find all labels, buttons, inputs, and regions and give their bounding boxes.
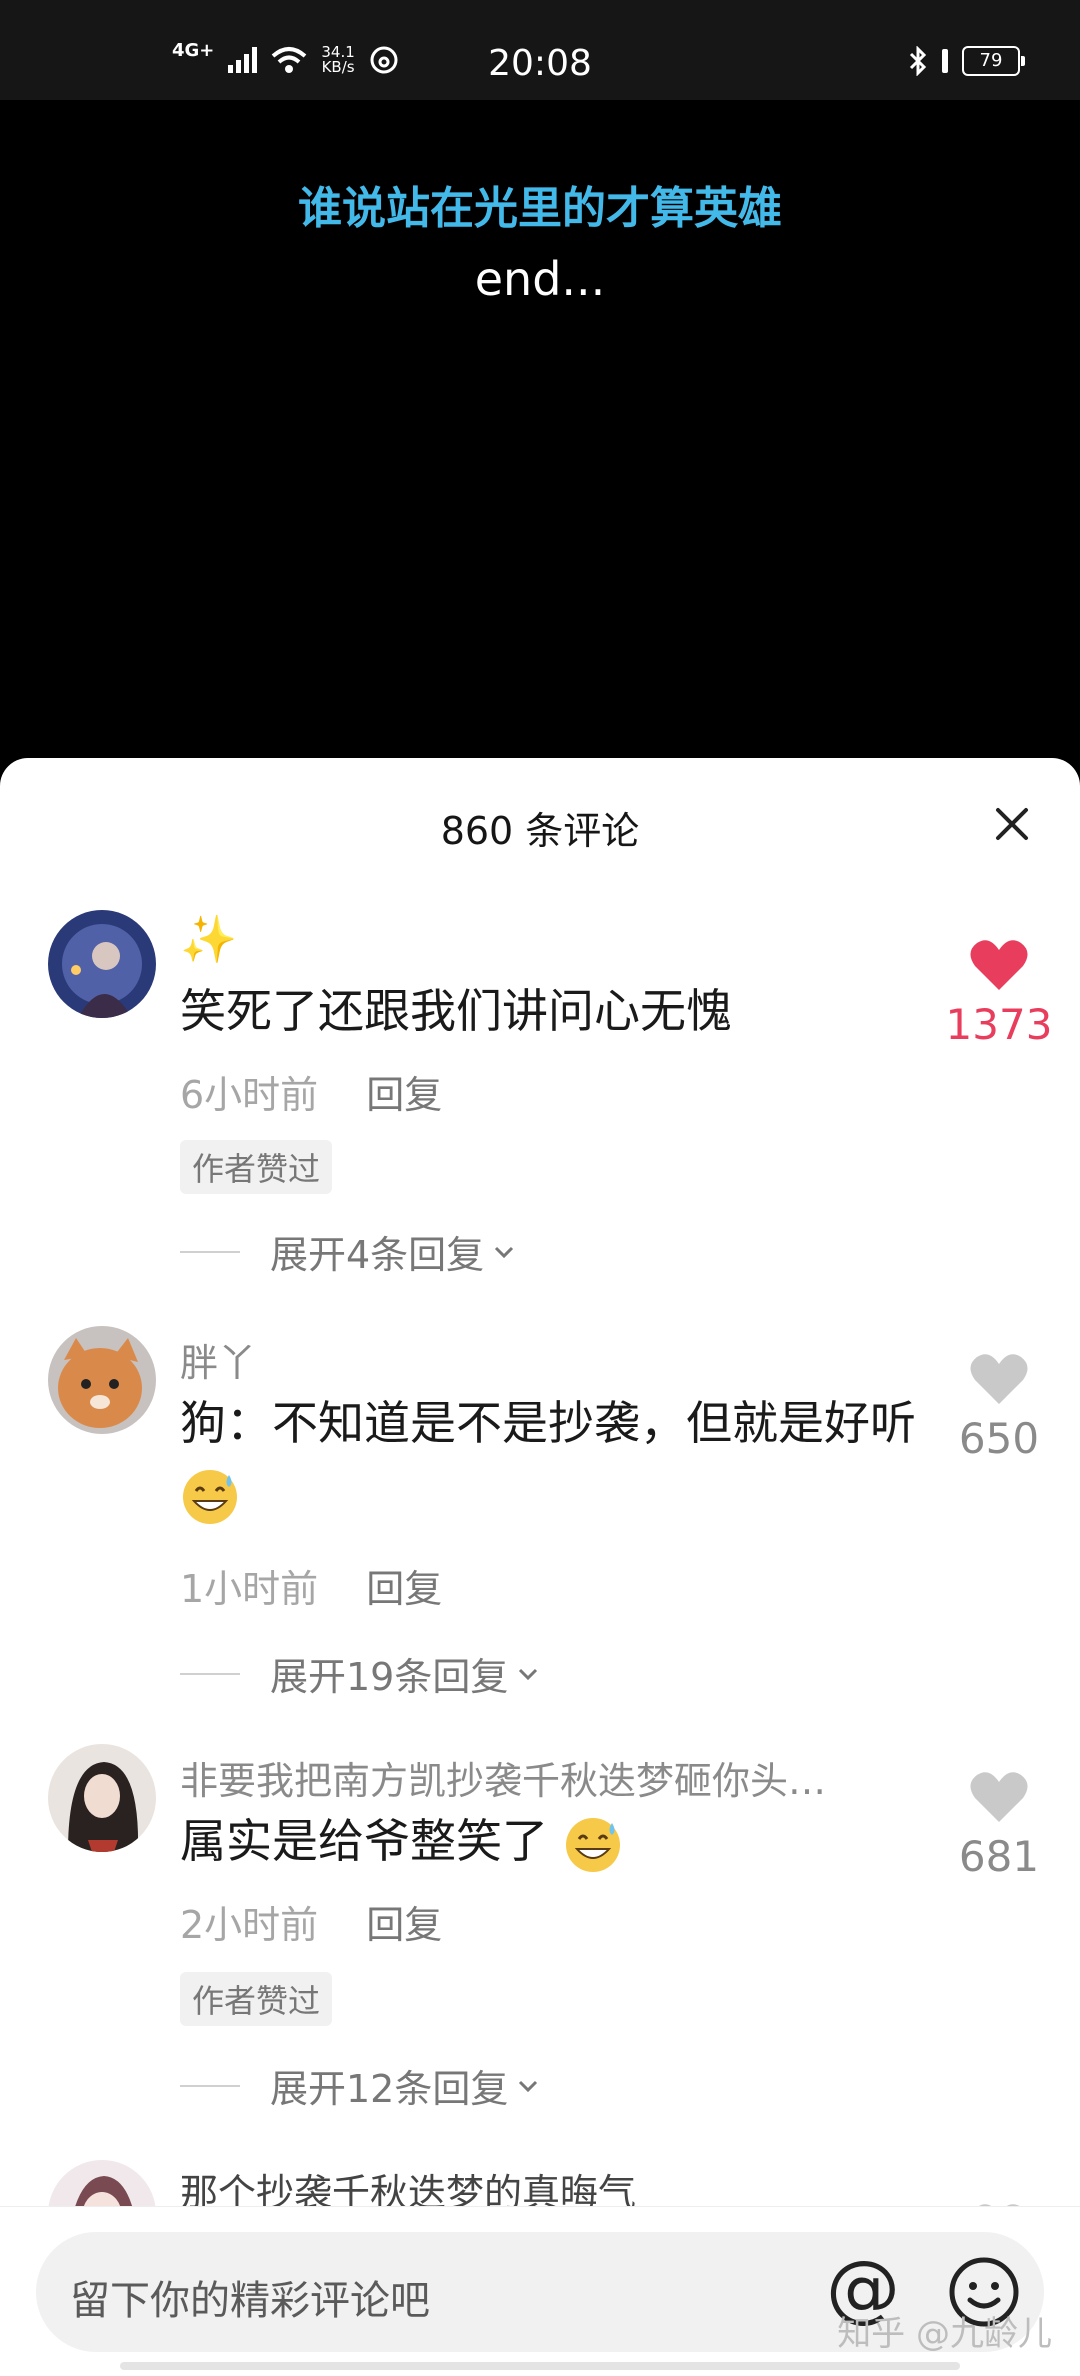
grin-sweat-emoji-icon	[183, 1469, 237, 1524]
comment-meta: 2小时前 回复	[180, 1894, 442, 1949]
avatar[interactable]	[48, 1326, 156, 1434]
chevron-down-icon	[519, 1668, 538, 1680]
expand-replies-label: 展开19条回复	[270, 1655, 509, 1699]
comment-time: 1小时前	[180, 1567, 319, 1611]
watermark: 知乎 @九龄儿	[837, 2314, 1052, 2354]
comment-username[interactable]: 胖丫	[180, 1332, 256, 1387]
expand-replies-button[interactable]: 展开19条回复	[180, 1646, 540, 1701]
reply-button[interactable]: 回复	[366, 1567, 442, 1611]
vibrate-icon	[942, 49, 948, 73]
comment-username[interactable]: 非要我把南方凯抄袭千秋迭梦砸你头…	[180, 1750, 826, 1805]
grin-sweat-emoji-icon	[565, 1817, 620, 1872]
comments-sheet: 860 条评论 ✨ 笑死了还跟我们讲问心无愧 6小时前 回复 作者赞过 展开4条回…	[0, 758, 1080, 2376]
expand-replies-label: 展开12条回复	[270, 2067, 509, 2111]
author-liked-badge: 作者赞过	[180, 1972, 333, 2026]
comment-text: 狗：不知道是不是抄袭，但就是好听	[180, 1388, 960, 1528]
comment-text: 笑死了还跟我们讲问心无愧	[180, 984, 732, 1038]
lyric-line-2: end...	[474, 252, 606, 306]
author-liked-badge: 作者赞过	[180, 1140, 333, 1194]
comments-count-title: 860 条评论	[440, 809, 640, 853]
comment-meta: 1小时前 回复	[180, 1558, 442, 1613]
home-indicator[interactable]	[120, 2362, 960, 2370]
like-button[interactable]: 650	[944, 1352, 1054, 1463]
expand-replies-label: 展开4条回复	[270, 1233, 485, 1277]
comment-input-placeholder: 留下你的精彩评论吧	[70, 2278, 430, 2324]
comment-time: 6小时前	[180, 1073, 319, 1117]
bluetooth-icon	[909, 46, 927, 76]
comment-text-content: 属实是给爷整笑了	[180, 1814, 548, 1868]
divider	[180, 2084, 240, 2087]
chevron-down-icon	[495, 1246, 514, 1258]
comment-text-content: 狗：不知道是不是抄袭，但就是好听	[180, 1396, 916, 1450]
comment-meta: 6小时前 回复	[180, 1064, 442, 1119]
divider	[180, 1672, 240, 1675]
status-bar: 4G+ 34.1 KB/s 20:08 79	[0, 0, 1080, 100]
heart-icon	[970, 940, 1028, 990]
like-count: 681	[958, 1832, 1040, 1881]
like-count: 1373	[945, 1000, 1053, 1049]
expand-replies-button[interactable]: 展开12条回复	[180, 2058, 540, 2113]
divider	[180, 1250, 240, 1253]
heart-icon	[970, 1354, 1028, 1404]
battery-level: 79	[979, 50, 1003, 71]
reply-button[interactable]: 回复	[366, 1903, 442, 1947]
avatar[interactable]	[48, 1744, 156, 1852]
avatar[interactable]	[48, 910, 156, 1018]
comment-time: 2小时前	[180, 1903, 319, 1947]
like-button[interactable]: 1373	[944, 938, 1054, 1049]
heart-icon	[970, 1772, 1028, 1822]
close-icon[interactable]	[992, 804, 1032, 844]
lyric-line-1: 谁说站在光里的才算英雄	[298, 183, 782, 234]
like-count: 650	[958, 1414, 1040, 1463]
reply-button[interactable]: 回复	[366, 1073, 442, 1117]
chevron-down-icon	[519, 2080, 538, 2092]
expand-replies-button[interactable]: 展开4条回复	[180, 1224, 516, 1279]
comment-text: 属实是给爷整笑了	[180, 1806, 940, 1876]
battery-icon: 79	[962, 46, 1025, 76]
comment-username[interactable]: ✨	[180, 912, 237, 967]
like-button[interactable]: 681	[944, 1770, 1054, 1881]
status-right: 79	[908, 46, 1025, 76]
